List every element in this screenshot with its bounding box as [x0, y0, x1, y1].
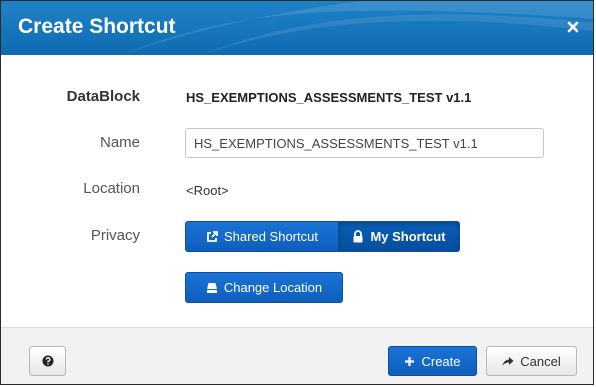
question-icon [42, 355, 53, 367]
help-button[interactable] [29, 346, 66, 376]
privacy-label: Privacy [90, 227, 140, 244]
name-row: Name [1, 128, 593, 158]
my-shortcut-label: My Shortcut [370, 229, 446, 244]
my-shortcut-button[interactable]: My Shortcut [339, 221, 460, 252]
change-location-label: Change Location [223, 280, 323, 295]
dialog-title-bar: Create Shortcut [1, 1, 593, 55]
shared-shortcut-label: Shared Shortcut [224, 229, 318, 244]
dialog-footer: Create Cancel [1, 327, 593, 384]
lock-icon [352, 230, 364, 243]
location-label: Location [83, 180, 140, 197]
location-row: Location <Root> [1, 178, 593, 200]
dialog-title: Create Shortcut [18, 15, 176, 38]
privacy-toggle-group: Shared Shortcut My Shortcut [185, 221, 460, 252]
change-location-row: Change Location [1, 272, 593, 303]
cancel-label: Cancel [520, 353, 561, 369]
location-value: <Root> [186, 183, 229, 198]
cancel-button[interactable]: Cancel [486, 346, 577, 376]
datablock-value: HS_EXEMPTIONS_ASSESSMENTS_TEST v1.1 [186, 90, 472, 105]
create-button[interactable]: Create [388, 346, 477, 376]
name-input[interactable] [185, 128, 544, 158]
close-button[interactable] [565, 19, 581, 35]
datablock-row: DataBlock HS_EXEMPTIONS_ASSESSMENTS_TEST… [1, 86, 593, 108]
drive-icon [206, 282, 218, 294]
change-location-button[interactable]: Change Location [185, 272, 343, 303]
close-icon [567, 21, 579, 33]
privacy-row: Privacy Shared Shortcut My Shortcut [1, 221, 593, 252]
external-link-icon [206, 230, 218, 243]
plus-icon [404, 356, 415, 367]
shared-shortcut-button[interactable]: Shared Shortcut [185, 221, 339, 252]
name-label: Name [99, 134, 140, 151]
share-arrow-icon [502, 356, 514, 367]
create-label: Create [421, 353, 461, 369]
create-shortcut-dialog: Create Shortcut DataBlock HS_EXEMPTIONS_… [0, 0, 594, 385]
datablock-label: DataBlock [66, 88, 140, 105]
dialog-body: DataBlock HS_EXEMPTIONS_ASSESSMENTS_TEST… [1, 55, 593, 327]
